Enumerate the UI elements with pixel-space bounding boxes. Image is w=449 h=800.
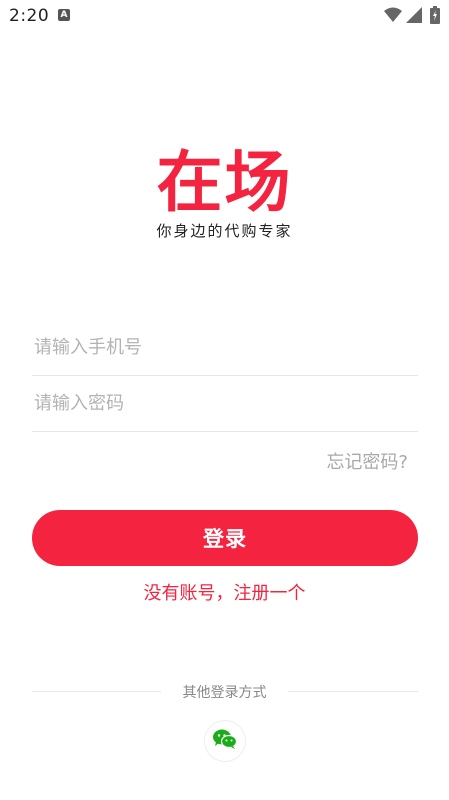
- divider-left: [32, 691, 161, 692]
- forgot-password-link[interactable]: 忘记密码?: [326, 448, 408, 474]
- phone-field: [32, 320, 418, 376]
- other-login-label: 其他登录方式: [182, 685, 267, 701]
- status-time: 2:20: [9, 6, 50, 26]
- logo-text: 在场: [156, 144, 293, 221]
- a-icon: A: [58, 9, 70, 21]
- signal-icon: [406, 7, 422, 27]
- login-button[interactable]: 登录: [32, 510, 418, 566]
- logo-tagline: 你身边的代购专家: [156, 222, 293, 240]
- app-logo: 在场: [0, 144, 449, 222]
- phone-input[interactable]: [32, 320, 418, 375]
- password-input[interactable]: [32, 376, 418, 431]
- battery-charging-icon: [430, 6, 440, 28]
- wechat-icon: [212, 728, 238, 754]
- wechat-login-button[interactable]: [204, 720, 246, 762]
- status-bar: 2:20 A: [0, 0, 449, 32]
- register-link[interactable]: 没有账号，注册一个: [0, 579, 449, 605]
- wifi-icon: [384, 7, 402, 27]
- password-field: [32, 376, 418, 432]
- divider-right: [288, 691, 418, 692]
- login-screen: 2:20 A 在场 你身边的代购专家 忘记密码? 登录 没有账号，注册一个 其他…: [0, 0, 449, 800]
